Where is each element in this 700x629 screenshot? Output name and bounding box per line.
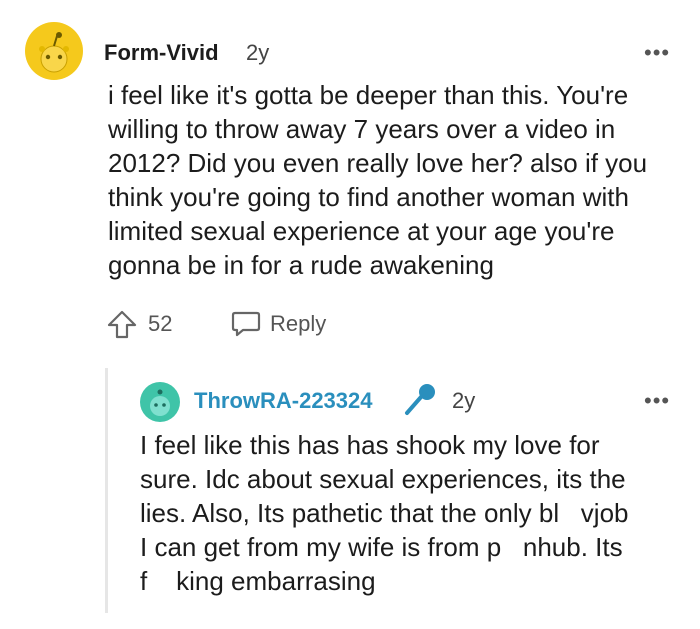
comment-line: i feel like it's gotta be deeper than th… [108, 80, 629, 110]
reply-age: 2y [452, 388, 476, 413]
reply-username[interactable]: ThrowRA-223324 [194, 388, 373, 414]
comment-body: i feel like it's gotta be deeper than th… [108, 78, 693, 282]
comment-line: gonna be in for a rude awakening [108, 250, 494, 280]
reply-line: lies. Also, Its pathetic that the only b… [140, 498, 629, 528]
comment-age: 2y [246, 40, 270, 65]
reply-body: I feel like this has has shook my love f… [140, 428, 695, 598]
comment-line: think you're going to find another woman… [108, 182, 629, 212]
upvote-arrow-icon [107, 310, 137, 339]
upvote-count: 52 [148, 311, 173, 336]
reply-button[interactable]: Reply [230, 308, 326, 340]
reply-line: I feel like this has has shook my love f… [140, 430, 600, 460]
comment-line: 2012? Did you even really love her? also… [108, 148, 648, 178]
reply-line: f king embarrasing [140, 566, 376, 596]
reply-line: I can get from my wife is from p nhub. I… [140, 532, 623, 562]
avatar[interactable] [25, 22, 83, 80]
upvote-button[interactable]: 52 [106, 308, 172, 340]
reply-line: sure. Idc about sexual experiences, its … [140, 464, 626, 494]
comment-line: limited sexual experience at your age yo… [108, 216, 615, 246]
more-dots-icon[interactable]: ••• [644, 42, 670, 64]
more-dots-icon[interactable]: ••• [644, 390, 670, 412]
reply-comment: ThrowRA-223324 2y ••• I feel like this h… [0, 360, 700, 629]
comment-line: willing to throw away 7 years over a vid… [108, 114, 616, 144]
chat-bubble-icon [231, 311, 261, 337]
comment: Form-Vivid 2y ••• i feel like it's gotta… [0, 0, 700, 345]
snoo-icon [39, 32, 69, 73]
reply-avatar[interactable] [140, 382, 180, 422]
snoo-icon [150, 389, 170, 416]
microphone-icon [403, 382, 439, 423]
comment-username[interactable]: Form-Vivid [104, 40, 219, 66]
reply-label: Reply [270, 311, 327, 336]
